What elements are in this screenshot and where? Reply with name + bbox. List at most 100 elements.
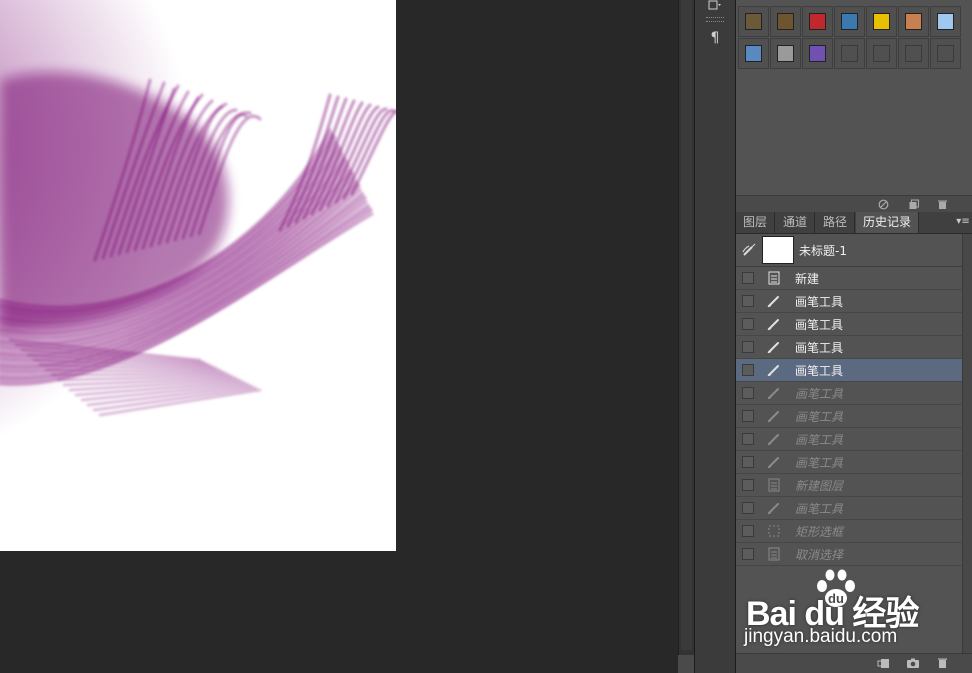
style-swatch-cell[interactable] [866,6,897,37]
style-swatch [841,45,858,62]
canvas-workspace[interactable] [0,0,678,655]
style-swatch-cell[interactable] [802,6,833,37]
history-state-label: 画笔工具 [795,433,844,447]
styles-footer [736,195,972,212]
style-swatch [841,13,858,30]
history-state-row[interactable]: 画笔工具 [736,428,962,451]
style-swatch-cell[interactable] [930,6,961,37]
panel-dock-strip: ¶ [694,0,736,673]
history-state-row[interactable]: 画笔工具 [736,313,962,336]
document-canvas[interactable] [0,0,396,551]
history-source-checkbox[interactable] [742,364,754,376]
scrollbar-corner [678,655,694,673]
history-state-label: 画笔工具 [795,456,844,470]
style-swatch-cell[interactable] [770,6,801,37]
style-swatch [905,45,922,62]
style-swatch-cell[interactable] [738,38,769,69]
history-state-row[interactable]: 新建 [736,267,962,290]
history-source-checkbox[interactable] [742,318,754,330]
style-swatch-cell[interactable] [834,6,865,37]
style-swatch-cell[interactable] [770,38,801,69]
history-state-label: 矩形选框 [795,525,844,539]
style-swatch [745,13,762,30]
style-swatch-cell[interactable] [898,6,929,37]
history-source-checkbox[interactable] [742,272,754,284]
style-grid [738,6,961,69]
panel-menu-icon[interactable]: ▾≡ [956,216,970,228]
history-state-row[interactable]: 新建图层 [736,474,962,497]
history-source-checkbox[interactable] [742,433,754,445]
brush-stroke [50,372,230,377]
history-state-row[interactable]: 画笔工具 [736,497,962,520]
trash-icon[interactable] [935,197,949,211]
style-swatch [937,45,954,62]
history-state-row[interactable]: 画笔工具 [736,451,962,474]
document-icon [768,271,780,285]
dock-grip[interactable] [706,17,724,22]
brush-icon [767,503,779,515]
watermark-url: jingyan.baidu.com [744,626,898,647]
tab-layers[interactable]: 图层 [736,212,776,233]
style-swatch-cell[interactable] [802,38,833,69]
baidu-watermark: du Bai du 经验 jingyan.baidu.com [742,568,932,650]
panel-tabs: 图层 通道 路径 历史记录 ▾≡ [736,212,972,234]
history-source-checkbox[interactable] [742,456,754,468]
history-source-checkbox[interactable] [742,525,754,537]
history-state-label: 画笔工具 [795,502,844,516]
style-swatch-cell[interactable] [866,38,897,69]
history-state-row[interactable]: 画笔工具 [736,290,962,313]
history-state-label: 画笔工具 [795,387,844,401]
document-icon [768,478,780,492]
history-scrollbar[interactable] [962,234,972,653]
history-source-checkbox[interactable] [742,479,754,491]
snapshot-label: 未标题-1 [799,244,847,258]
style-swatch [777,13,794,30]
history-state-label: 取消选择 [795,548,844,562]
tab-channels[interactable]: 通道 [776,212,816,233]
style-swatch [809,13,826,30]
style-swatch [937,13,954,30]
history-state-row[interactable]: 取消选择 [736,543,962,566]
style-swatch [873,45,890,62]
history-state-row[interactable]: 画笔工具 [736,336,962,359]
history-list: 新建 画笔工具 画笔工具 画笔工具 画笔工具 画笔工具 画笔工具 画笔工具 画笔工具 新建图层 画笔… [736,267,962,566]
brush-icon [767,411,779,423]
styles-panel [736,0,972,196]
history-state-row[interactable]: 画笔工具 [736,382,962,405]
brush-icon [767,365,779,377]
history-source-checkbox[interactable] [742,502,754,514]
history-snapshot-row[interactable]: 未标题-1 [736,234,962,267]
trash-icon[interactable] [935,656,949,670]
history-source-checkbox[interactable] [742,410,754,422]
paragraph-icon[interactable]: ¶ [700,27,730,49]
style-swatch-cell[interactable] [834,38,865,69]
history-state-row[interactable]: 矩形选框 [736,520,962,543]
history-source-brush-icon[interactable] [741,242,757,258]
tab-paths[interactable]: 路径 [816,212,856,233]
style-swatch [777,45,794,62]
history-state-row[interactable]: 画笔工具 [736,359,962,382]
history-state-label: 新建 [795,272,820,286]
brush-icon [767,319,779,331]
history-source-checkbox[interactable] [742,295,754,307]
style-swatch-cell[interactable] [898,38,929,69]
new-style-icon[interactable] [906,197,920,211]
tool-preset-icon[interactable] [700,0,730,16]
history-state-label: 新建图层 [795,479,844,493]
vertical-scrollbar[interactable] [678,0,694,655]
tab-history[interactable]: 历史记录 [856,212,920,233]
style-swatch [905,13,922,30]
vertical-scroll-thumb[interactable] [681,0,692,650]
history-state-row[interactable]: 画笔工具 [736,405,962,428]
style-swatch-cell[interactable] [930,38,961,69]
no-style-icon[interactable] [876,197,890,211]
style-swatch-cell[interactable] [738,6,769,37]
history-source-checkbox[interactable] [742,548,754,560]
brush-icon [767,342,779,354]
new-document-from-state-icon[interactable] [876,656,890,670]
brush-icon [767,434,779,446]
history-source-checkbox[interactable] [742,341,754,353]
history-source-checkbox[interactable] [742,387,754,399]
camera-icon[interactable] [906,656,920,670]
brush-icon [767,457,779,469]
